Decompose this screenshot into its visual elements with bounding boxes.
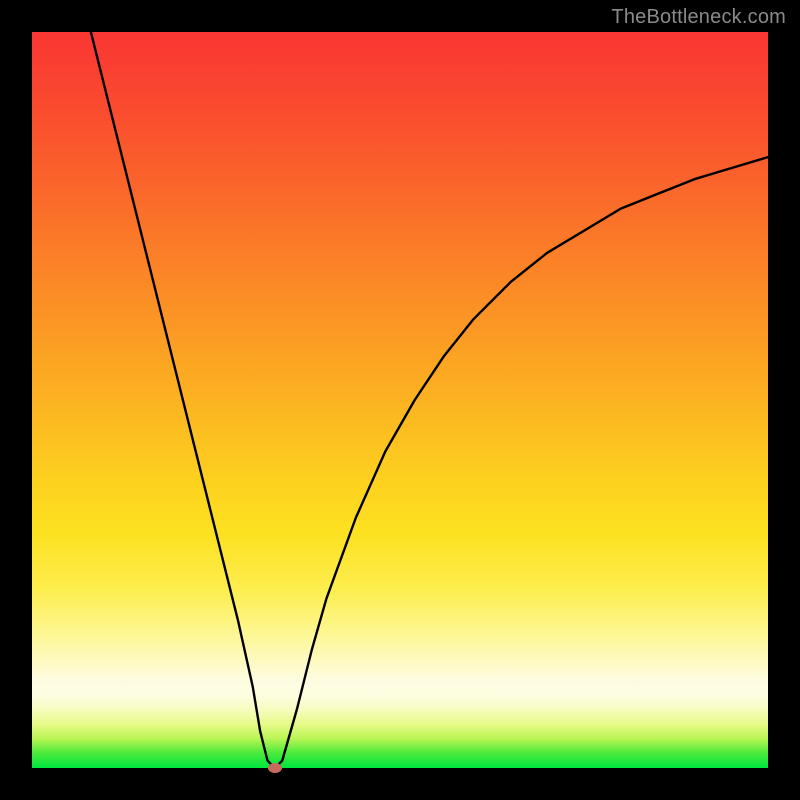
- minimum-marker: [268, 763, 282, 773]
- chart-frame: TheBottleneck.com: [0, 0, 800, 800]
- watermark-text: TheBottleneck.com: [611, 6, 786, 29]
- bottleneck-curve: [91, 32, 768, 768]
- curve-svg: [32, 32, 768, 768]
- plot-area: [32, 32, 768, 768]
